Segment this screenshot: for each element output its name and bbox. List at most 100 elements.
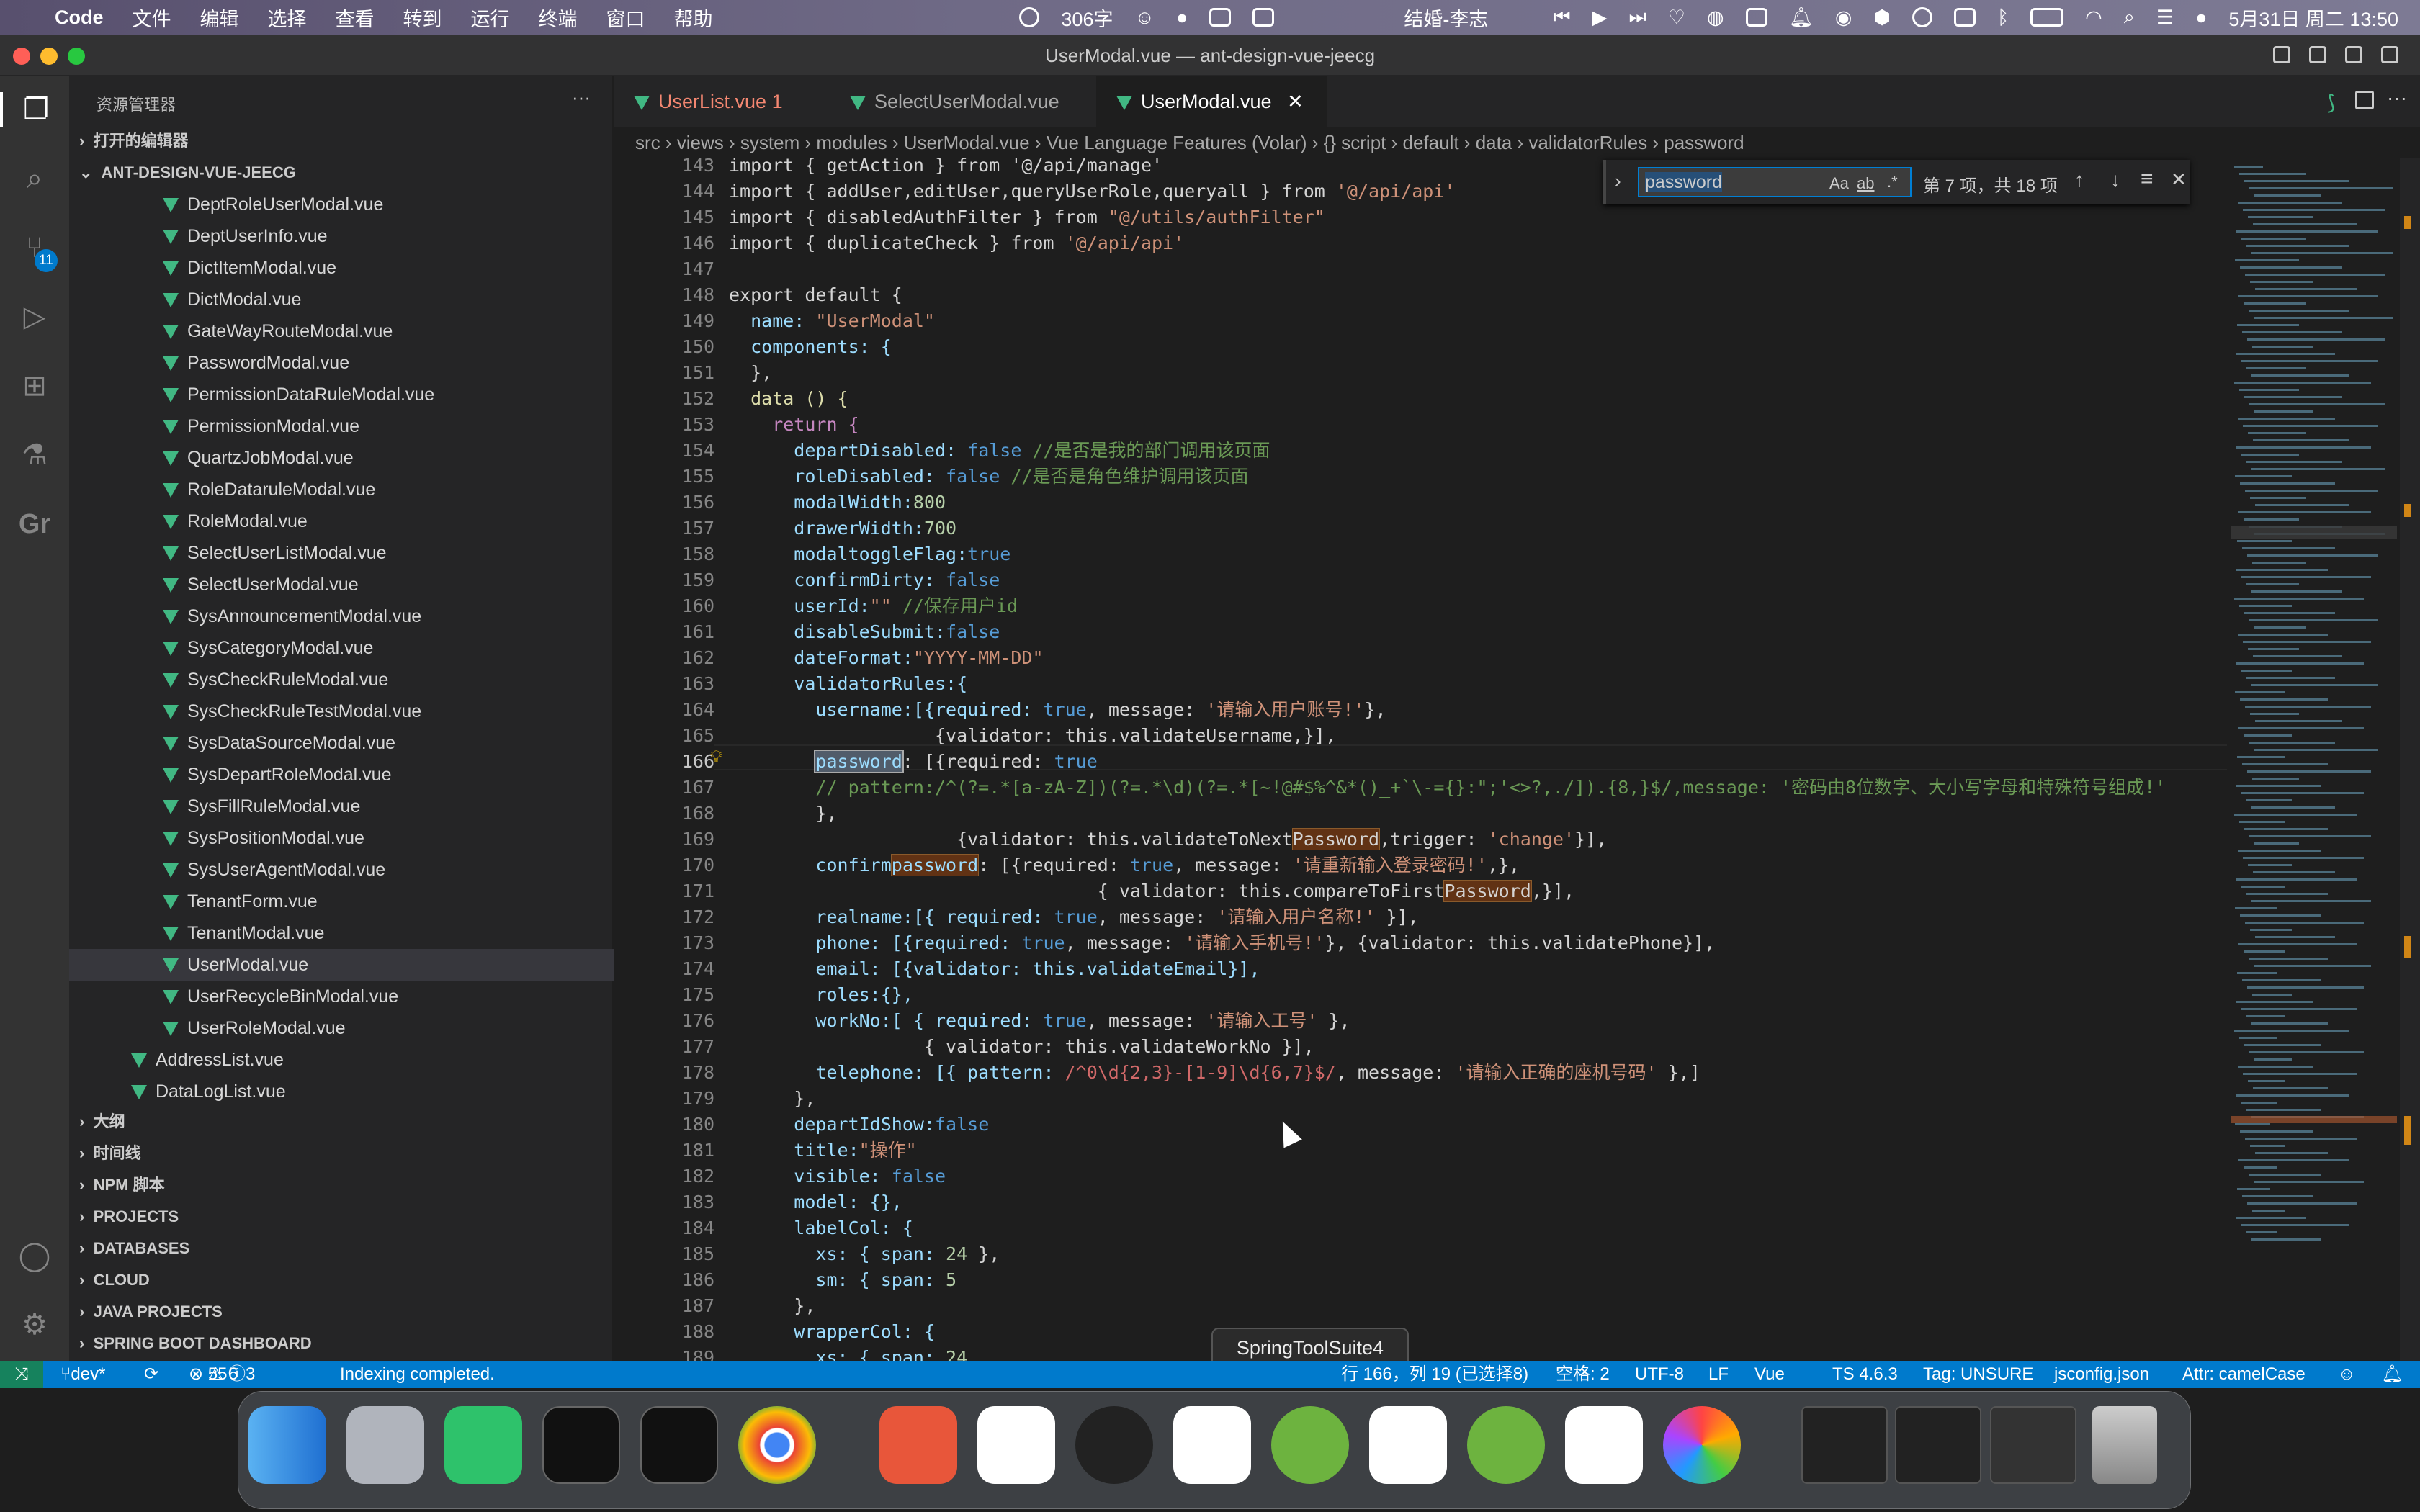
finder-icon[interactable] xyxy=(248,1406,326,1484)
split-editor-icon[interactable] xyxy=(2355,91,2374,109)
breadcrumb-item[interactable]: system xyxy=(740,132,799,153)
file-item[interactable]: SysCheckRuleTestModal.vue xyxy=(69,696,614,727)
heart-icon[interactable]: ♡ xyxy=(1668,6,1685,29)
menu-window[interactable]: 窗口 xyxy=(606,4,645,32)
mic-icon[interactable]: ● xyxy=(1176,6,1188,29)
settings-gear-icon[interactable]: ⚙ xyxy=(17,1308,52,1342)
menu-run[interactable]: 运行 xyxy=(471,4,510,32)
file-item[interactable]: UserRecycleBinModal.vue xyxy=(69,981,614,1012)
toggle-replace-icon[interactable]: › xyxy=(1615,170,1621,192)
tag-mode[interactable]: Tag: UNSURE xyxy=(1923,1361,2033,1388)
activity-monitor-icon[interactable] xyxy=(640,1406,718,1484)
file-item[interactable]: SysCheckRuleModal.vue xyxy=(69,664,614,696)
close-find-icon[interactable]: ✕ xyxy=(2171,168,2187,191)
spring-tool-suite-2-icon[interactable] xyxy=(1467,1406,1545,1484)
file-item[interactable]: SelectUserModal.vue xyxy=(69,569,614,600)
window-thumbnail-1[interactable] xyxy=(1801,1406,1888,1484)
bluetooth-icon[interactable]: ᛒ xyxy=(1997,6,2009,29)
breadcrumb-item[interactable]: UserModal.vue xyxy=(904,132,1030,153)
tab-userlist[interactable]: UserList.vue 1 xyxy=(614,76,830,127)
sidebar-section[interactable]: › SPRING BOOT DASHBOARD xyxy=(69,1328,614,1359)
file-item[interactable]: UserModal.vue xyxy=(69,949,614,981)
wps-icon[interactable] xyxy=(1252,8,1275,27)
problems-indicator[interactable]: ⊗ 55 ⚠ 6 ⓘ 3 xyxy=(189,1361,255,1388)
extensions-icon[interactable]: ⊞ xyxy=(17,369,52,403)
git-branch[interactable]: ⑂ dev* xyxy=(60,1361,105,1388)
sidebar-section[interactable]: › 大纲 xyxy=(69,1106,614,1138)
sidebar-section[interactable]: › CLOUD xyxy=(69,1264,614,1296)
bell-icon[interactable]: 🔔︎ xyxy=(1789,6,1814,29)
record-icon[interactable] xyxy=(1019,7,1040,27)
siri-icon[interactable]: ● xyxy=(2195,6,2207,29)
ts-version[interactable]: TS 4.6.3 xyxy=(1832,1361,1898,1388)
file-item[interactable]: SysDataSourceModal.vue xyxy=(69,727,614,759)
menu-terminal[interactable]: 终端 xyxy=(539,4,578,32)
trash-icon[interactable] xyxy=(2092,1406,2157,1484)
file-item[interactable]: DataLogList.vue xyxy=(69,1076,614,1107)
chrome-icon[interactable] xyxy=(738,1406,816,1484)
project-root[interactable]: ⌄ ANT-DESIGN-VUE-JEECG xyxy=(69,157,614,189)
tab-usermodal[interactable]: UserModal.vue ✕ xyxy=(1096,76,1327,127)
word-count[interactable]: 306字 xyxy=(1061,4,1113,32)
breadcrumb-item[interactable]: modules xyxy=(816,132,887,153)
attr-mode[interactable]: Attr: camelCase xyxy=(2182,1361,2305,1388)
stripe-icon[interactable] xyxy=(1953,8,1976,27)
customize-layout-icon[interactable] xyxy=(2381,46,2398,63)
editor-more-icon[interactable]: ··· xyxy=(2387,86,2407,109)
search-icon[interactable]: ⌕ xyxy=(2124,6,2135,29)
file-item[interactable]: DictItemModal.vue xyxy=(69,252,614,284)
file-item[interactable]: SysAnnouncementModal.vue xyxy=(69,600,614,632)
wechat-tray-icon[interactable] xyxy=(1745,8,1767,27)
whole-word-toggle[interactable]: ab xyxy=(1857,174,1874,193)
feedback-icon[interactable]: ☺ xyxy=(2338,1361,2356,1388)
file-item[interactable]: SysDepartRoleModal.vue xyxy=(69,759,614,791)
play-icon[interactable]: ▶ xyxy=(1592,6,1608,29)
battery-icon[interactable] xyxy=(2030,8,2064,27)
globe-icon[interactable]: ◍ xyxy=(1707,6,1724,29)
terminal-icon[interactable] xyxy=(542,1406,620,1484)
menu-edit[interactable]: 编辑 xyxy=(200,4,239,32)
accounts-icon[interactable]: ◯ xyxy=(17,1238,52,1273)
regex-toggle[interactable]: .* xyxy=(1887,173,1898,192)
window-thumbnail-3[interactable] xyxy=(1990,1406,2076,1484)
postman-icon[interactable] xyxy=(879,1406,957,1484)
file-item[interactable]: RoleModal.vue xyxy=(69,505,614,537)
breadcrumb-item[interactable]: default xyxy=(1403,132,1459,153)
menu-app-name[interactable]: Code xyxy=(55,6,104,29)
cursor-position[interactable]: 行 166，列 19 (已选择8) xyxy=(1341,1361,1528,1388)
qq-icon[interactable] xyxy=(1075,1406,1153,1484)
explorer-icon[interactable]: ❐ xyxy=(0,92,69,127)
now-playing-song[interactable]: 结婚-李志 xyxy=(1404,4,1488,32)
wifi-icon[interactable]: ◠ xyxy=(2085,6,2102,29)
menu-view[interactable]: 查看 xyxy=(336,4,375,32)
breadcrumb-item[interactable]: Vue Language Features (Volar) xyxy=(1047,132,1307,153)
clock-datetime[interactable]: 5月31日 周二 13:50 xyxy=(2228,4,2398,32)
breadcrumb-item[interactable]: password xyxy=(1664,132,1744,153)
sidebar-section[interactable]: › JAVA PROJECTS xyxy=(69,1296,614,1328)
file-item[interactable]: SysCategoryModal.vue xyxy=(69,632,614,664)
file-item[interactable]: TenantModal.vue xyxy=(69,917,614,949)
sidebar-section[interactable]: › DATABASES xyxy=(69,1233,614,1264)
menu-help[interactable]: 帮助 xyxy=(674,4,713,32)
file-item[interactable]: QuartzJobModal.vue xyxy=(69,442,614,474)
gradle-icon[interactable]: Gr xyxy=(17,507,52,541)
file-item[interactable]: RoleDataruleModal.vue xyxy=(69,474,614,505)
match-case-toggle[interactable]: Aa xyxy=(1829,174,1849,193)
menu-selection[interactable]: 选择 xyxy=(268,4,307,32)
breadcrumb-item[interactable]: views xyxy=(677,132,724,153)
chat-icon[interactable]: ◉ xyxy=(1835,6,1852,29)
file-item[interactable]: SysPositionModal.vue xyxy=(69,822,614,854)
sidebar-section[interactable]: › PROJECTS xyxy=(69,1201,614,1233)
close-tab-icon[interactable]: ✕ xyxy=(1287,91,1304,112)
sidebar-section[interactable]: › 时间线 xyxy=(69,1138,614,1169)
file-item[interactable]: SysFillRuleModal.vue xyxy=(69,791,614,822)
language-mode[interactable]: Vue xyxy=(1754,1361,1785,1388)
breadcrumb-item[interactable]: data xyxy=(1476,132,1512,153)
next-match-icon[interactable]: ↓ xyxy=(2110,168,2120,192)
breadcrumb-item[interactable]: validatorRules xyxy=(1528,132,1647,153)
search-view-icon[interactable]: ⌕ xyxy=(17,161,52,196)
find-in-selection-icon[interactable]: ≡ xyxy=(2141,167,2154,192)
control-center-icon[interactable]: ☰ xyxy=(2156,6,2174,29)
file-item[interactable]: PasswordModal.vue xyxy=(69,347,614,379)
toggle-panel-icon[interactable] xyxy=(2309,46,2326,63)
